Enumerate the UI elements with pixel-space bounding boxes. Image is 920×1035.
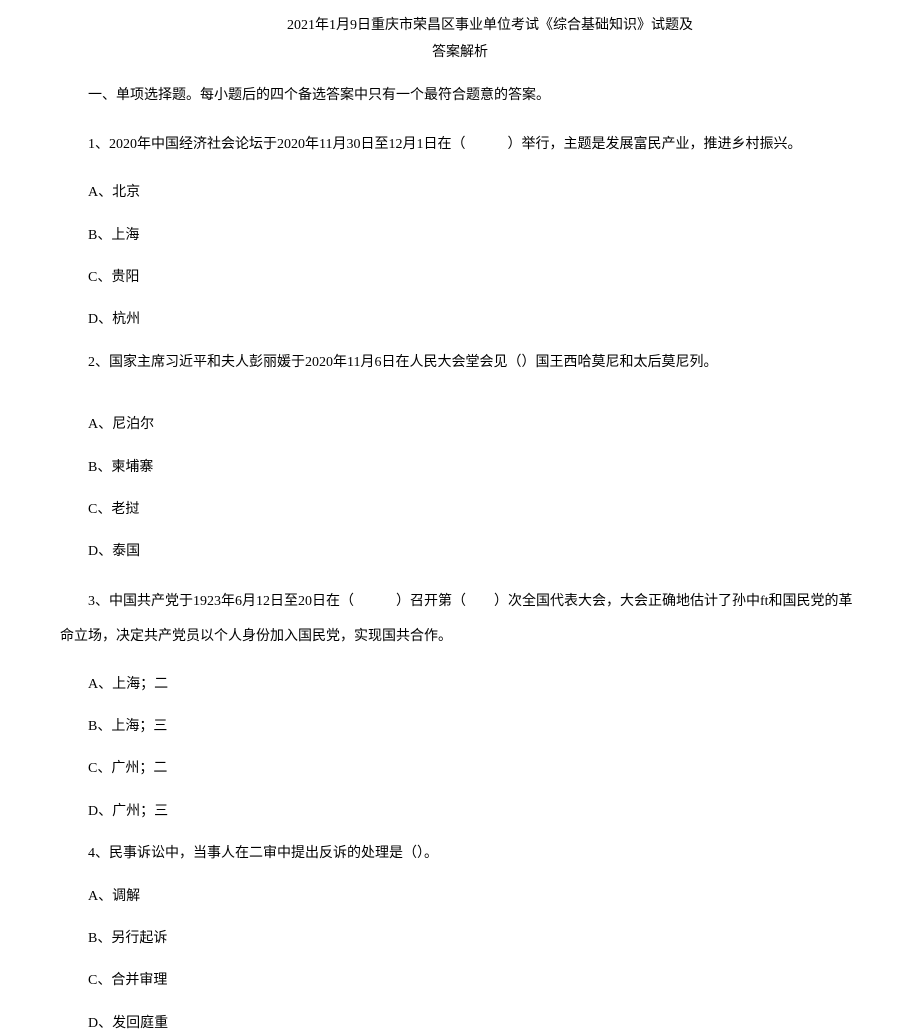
question-2-option-d: D、泰国 bbox=[60, 541, 860, 563]
question-2-option-b: B、柬埔寨 bbox=[60, 457, 860, 479]
question-1-option-b: B、上海 bbox=[60, 225, 860, 247]
question-4-option-a: A、调解 bbox=[60, 886, 860, 908]
question-3-option-d: D、广州；三 bbox=[60, 801, 860, 823]
question-4-option-b: B、另行起诉 bbox=[60, 928, 860, 950]
document-title-line1: 2021年1月9日重庆市荣昌区事业单位考试《综合基础知识》试题及 bbox=[60, 15, 860, 37]
question-3-option-c: C、广州；二 bbox=[60, 758, 860, 780]
question-4-option-d: D、发回庭重 bbox=[60, 1013, 860, 1035]
question-4-option-c: C、合并审理 bbox=[60, 970, 860, 992]
question-2-option-c: C、老挝 bbox=[60, 499, 860, 521]
question-1-option-a: A、北京 bbox=[60, 182, 860, 204]
question-1-stem: 1、2020年中国经济社会论坛于2020年11月30日至12月1日在（ ）举行，… bbox=[60, 127, 860, 162]
section-heading: 一、单项选择题。每小题后的四个备选答案中只有一个最符合题意的答案。 bbox=[60, 85, 860, 107]
question-3-option-b: B、上海；三 bbox=[60, 716, 860, 738]
question-1-option-d: D、杭州 bbox=[60, 309, 860, 331]
question-4-stem: 4、民事诉讼中，当事人在二审中提出反诉的处理是（）。 bbox=[60, 843, 860, 865]
question-3-stem: 3、中国共产党于1923年6月12日至20日在（ ）召开第（ ）次全国代表大会，… bbox=[60, 584, 860, 654]
question-2-option-a: A、尼泊尔 bbox=[60, 414, 860, 436]
question-3-option-a: A、上海；二 bbox=[60, 674, 860, 696]
question-2-stem: 2、国家主席习近平和夫人彭丽媛于2020年11月6日在人民大会堂会见（）国王西哈… bbox=[60, 352, 860, 374]
question-1-option-c: C、贵阳 bbox=[60, 267, 860, 289]
document-title-line2: 答案解析 bbox=[60, 42, 860, 64]
